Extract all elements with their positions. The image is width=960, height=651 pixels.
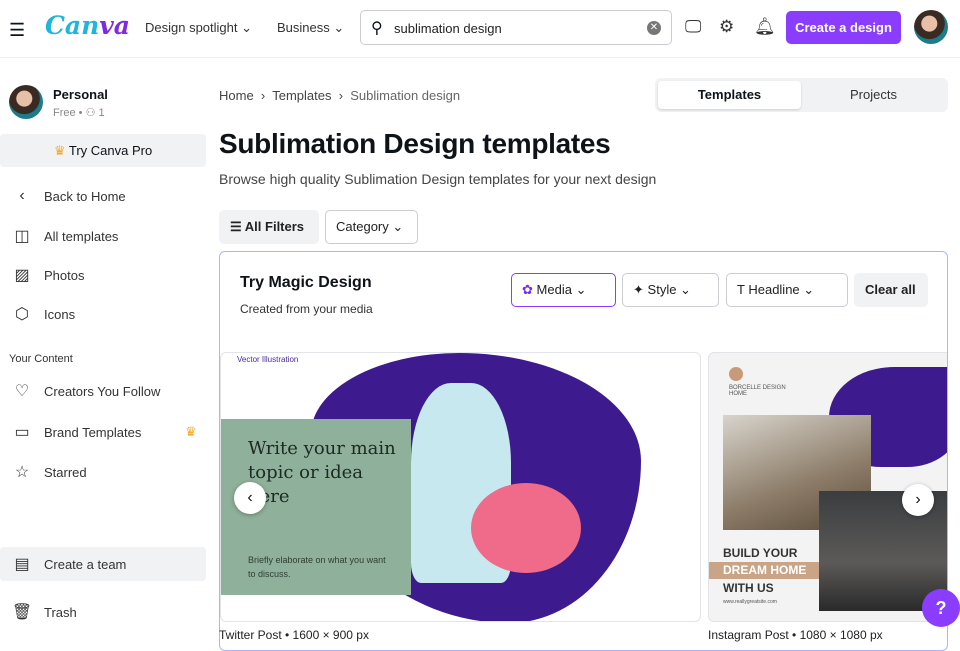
nav-label: Business <box>277 20 330 35</box>
label: Creators You Follow <box>44 383 161 399</box>
crown-icon: ♛ <box>53 143 66 158</box>
section-heading: Your Content <box>9 353 73 365</box>
canva-logo[interactable]: Canva <box>45 11 130 40</box>
heart-icon: ♡ <box>14 383 30 400</box>
sidebar-item-icons[interactable]: ⬡ Icons <box>0 297 206 331</box>
sidebar-item-starred[interactable]: ☆ Starred <box>0 455 206 489</box>
help-button[interactable]: ? <box>922 589 960 627</box>
template-card-twitter[interactable]: Vector Illustration Write your main topi… <box>220 352 701 622</box>
photo-icon: ▨ <box>14 267 30 284</box>
sidebar: Personal Free • ⚇ 1 ♛ Try Canva Pro ‹ Bac… <box>0 59 206 640</box>
label: Back to Home <box>44 188 126 204</box>
carousel-prev-button[interactable]: ‹ <box>234 482 266 514</box>
search-input[interactable]: ⚲ sublimation design ✕ <box>360 10 672 45</box>
clear-all-button[interactable]: Clear all <box>854 273 928 307</box>
card-url: www.reallygreatsite.com <box>723 599 777 605</box>
media-icon: ✿ <box>522 282 533 297</box>
card-line2: DREAM HOME <box>709 562 819 579</box>
account-meta: Free • ⚇ 1 <box>53 107 105 119</box>
crown-icon: ♛ <box>185 424 197 439</box>
create-design-button[interactable]: Create a design <box>786 11 901 44</box>
templates-icon: ◫ <box>14 228 30 245</box>
bell-icon[interactable]: 🔔︎ <box>754 17 776 37</box>
crumb-home[interactable]: Home <box>219 88 254 103</box>
card-tag: Vector Illustration <box>237 355 299 364</box>
nav-business[interactable]: Business ⌄ <box>277 20 344 36</box>
sparkle-icon: ✦ <box>633 282 644 297</box>
crumb-templates[interactable]: Templates <box>272 88 331 103</box>
crumb-current: Sublimation design <box>350 88 461 103</box>
carousel-next-button[interactable]: › <box>902 484 934 516</box>
create-team-button[interactable]: ▤ Create a team <box>0 547 206 581</box>
top-bar: ☰ Canva Design spotlight ⌄ Business ⌄ ⚲ … <box>0 0 960 58</box>
star-icon: ☆ <box>14 464 30 481</box>
label: Trash <box>44 604 77 620</box>
magic-design-panel: Try Magic Design Created from your media… <box>219 251 948 651</box>
label: Icons <box>44 306 76 322</box>
card-line1: BUILD YOUR <box>723 546 798 560</box>
sidebar-item-brand-templates[interactable]: ▭ Brand Templates ♛ <box>0 415 206 449</box>
account-avatar <box>9 85 43 119</box>
card-body: Briefly elaborate on what you want to di… <box>248 555 386 579</box>
filter-icon: ☰ <box>230 219 242 234</box>
label: Photos <box>44 267 85 283</box>
label: Media <box>536 282 572 297</box>
brand-icon: ▭ <box>14 424 30 441</box>
shapes-icon: ⬡ <box>15 306 29 323</box>
nav-design-spotlight[interactable]: Design spotlight ⌄ <box>145 20 252 36</box>
all-filters-button[interactable]: ☰ All Filters <box>219 210 319 244</box>
desktop-icon[interactable]: 🖵 <box>685 17 701 37</box>
card-heading: Write your main topic or idea here <box>248 438 396 507</box>
home-logo-icon <box>729 367 743 381</box>
label: Style <box>647 282 677 297</box>
label: All templates <box>44 228 119 244</box>
view-tabs: Templates Projects <box>655 78 948 112</box>
magic-title: Try Magic Design <box>240 274 372 291</box>
label: Starred <box>44 464 87 480</box>
media-chip[interactable]: ✿ Media ⌄ <box>511 273 616 307</box>
label: Category <box>336 219 389 234</box>
sidebar-item-creators[interactable]: ♡ Creators You Follow <box>0 374 206 408</box>
category-dropdown[interactable]: Category ⌄ <box>325 210 418 244</box>
tab-templates[interactable]: Templates <box>658 81 801 109</box>
tab-projects[interactable]: Projects <box>802 81 945 109</box>
leaf-illustration <box>471 483 581 573</box>
trash-icon: 🗑︎ <box>11 604 33 621</box>
breadcrumb: Home › Templates › Sublimation design <box>219 88 461 103</box>
card-line3: WITH US <box>723 581 774 595</box>
label: Create a team <box>44 556 127 572</box>
clear-search-icon[interactable]: ✕ <box>647 21 661 35</box>
sidebar-item-photos[interactable]: ▨ Photos <box>0 258 206 292</box>
search-icon: ⚲ <box>371 20 383 37</box>
try-pro-label: Try Canva Pro <box>68 143 153 158</box>
try-pro-button[interactable]: ♛ Try Canva Pro <box>0 134 206 167</box>
user-avatar[interactable] <box>914 10 948 44</box>
headline-chip[interactable]: T Headline ⌄ <box>726 273 848 307</box>
card-brand: BORCELLE DESIGN HOME <box>729 385 786 397</box>
sidebar-item-all-templates[interactable]: ◫ All templates <box>0 219 206 253</box>
nav-label: Design spotlight <box>145 20 238 35</box>
label: Headline <box>748 282 800 297</box>
magic-subtitle: Created from your media <box>240 302 373 316</box>
account-name: Personal <box>53 87 108 102</box>
label: Brand Templates <box>44 424 142 440</box>
style-chip[interactable]: ✦ Style ⌄ <box>622 273 719 307</box>
gear-icon[interactable]: ⚙ <box>719 17 734 37</box>
sidebar-item-trash[interactable]: 🗑︎ Trash <box>0 595 206 629</box>
sidebar-item-back-home[interactable]: ‹ Back to Home <box>0 179 206 213</box>
page-subtitle: Browse high quality Sublimation Design t… <box>219 171 657 187</box>
search-value: sublimation design <box>394 21 502 36</box>
label: All Filters <box>244 219 305 234</box>
menu-icon[interactable]: ☰ <box>9 20 25 41</box>
team-icon: ▤ <box>14 556 30 573</box>
chevron-left-icon: ‹ <box>19 187 25 204</box>
text-icon: T <box>737 282 745 297</box>
page-title: Sublimation Design templates <box>219 128 611 159</box>
